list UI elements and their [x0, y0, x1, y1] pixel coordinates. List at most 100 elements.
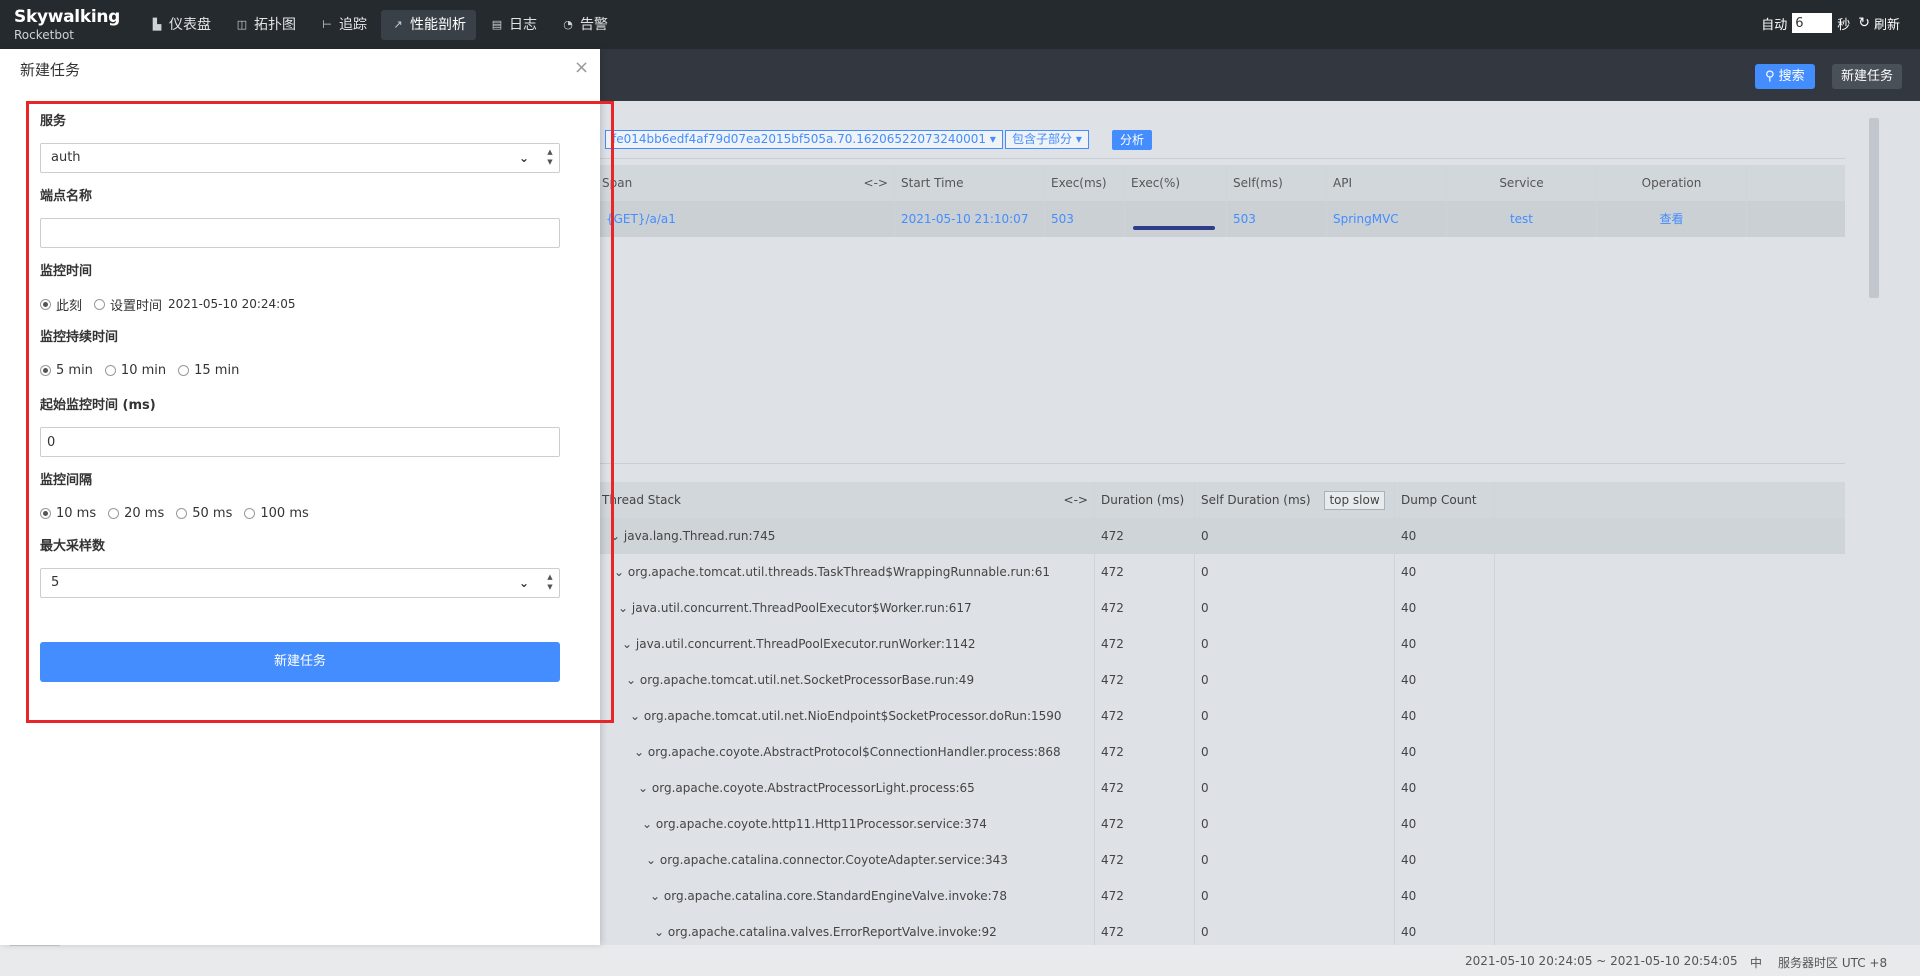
span-operation-view-link[interactable]: 查看 [1597, 201, 1747, 237]
main-nav: ▙ 仪表盘 ◫ 拓扑图 ⊢ 追踪 ↗ 性能剖析 ▤ 日志 ◔ 告警 [140, 10, 622, 40]
thread-self-duration: 0 [1195, 554, 1395, 590]
chevron-down-icon[interactable]: ⌄ [634, 745, 644, 759]
span-api: SpringMVC [1327, 201, 1447, 237]
logo[interactable]: Skywalking Rocketbot [14, 7, 121, 42]
thread-stack-row[interactable]: ⌄ org.apache.tomcat.util.threads.TaskThr… [600, 554, 1845, 590]
nav-item-label: 仪表盘 [169, 17, 211, 33]
column-header-start-time: Start Time [895, 165, 1045, 201]
chevron-down-icon[interactable]: ⌄ [642, 817, 652, 831]
span-table: Span <-> Start Time Exec(ms) Exec(%) Sel… [600, 165, 1845, 237]
thread-stack-cell: ⌄ java.util.concurrent.ThreadPoolExecuto… [600, 626, 1095, 662]
column-header-self-ms: Self(ms) [1227, 165, 1327, 201]
scrollbar-thumb[interactable] [1869, 118, 1879, 298]
thread-stack-row[interactable]: ⌄ org.apache.coyote.http11.Http11Process… [600, 806, 1845, 842]
footer-time-range[interactable]: 2021-05-10 20:24:05 ~ 2021-05-10 20:54:0… [1465, 954, 1738, 968]
trace-id-value: fe014bb6edf4af79d07ea2015bf505a.70.16206… [612, 132, 987, 146]
alarm-icon: ◔ [563, 18, 573, 31]
chevron-down-icon[interactable]: ⌄ [650, 889, 660, 903]
nav-item-trace[interactable]: ⊢ 追踪 [310, 10, 377, 40]
thread-dump-count: 40 [1395, 806, 1495, 842]
column-header-thread-stack: Thread Stack <-> [600, 482, 1095, 518]
thread-stack-row[interactable]: ⌄ org.apache.coyote.AbstractProtocol$Con… [600, 734, 1845, 770]
chevron-down-icon: ▾ [989, 132, 996, 146]
column-header-duration: Duration (ms) [1095, 482, 1195, 518]
auto-refresh-label: 自动 [1761, 17, 1788, 33]
resize-icon[interactable]: <-> [1064, 482, 1088, 518]
thread-stack-row[interactable]: ⌄ org.apache.catalina.connector.CoyoteAd… [600, 842, 1845, 878]
topology-icon: ◫ [236, 18, 248, 31]
thread-stack-row[interactable]: ⌄ org.apache.coyote.AbstractProcessorLig… [600, 770, 1845, 806]
thread-stack-row[interactable]: ⌄ java.util.concurrent.ThreadPoolExecuto… [600, 590, 1845, 626]
thread-self-duration: 0 [1195, 698, 1395, 734]
nav-item-dashboard[interactable]: ▙ 仪表盘 [140, 10, 221, 40]
annotation-highlight-box [26, 101, 614, 723]
nav-item-topology[interactable]: ◫ 拓扑图 [225, 10, 306, 40]
thread-self-duration: 0 [1195, 590, 1395, 626]
logo-brand: Skywalking [14, 7, 121, 27]
thread-stack-frame: org.apache.tomcat.util.threads.TaskThrea… [627, 565, 1050, 579]
chevron-down-icon[interactable]: ⌄ [622, 637, 632, 651]
profile-icon: ↗ [393, 18, 403, 31]
thread-duration: 472 [1095, 878, 1195, 914]
dashboard-icon: ▙ [152, 18, 162, 31]
footer: 2021-05-10 20:24:05 ~ 2021-05-10 20:54:0… [0, 945, 1920, 976]
thread-stack-row[interactable]: ⌄ java.lang.Thread.run:745 472 0 40 [600, 518, 1845, 554]
trace-icon: ⊢ [322, 18, 332, 31]
thread-stack-row[interactable]: ⌄ org.apache.tomcat.util.net.NioEndpoint… [600, 698, 1845, 734]
analyze-button[interactable]: 分析 [1112, 130, 1153, 150]
top-slow-button[interactable]: top slow [1324, 491, 1385, 510]
thread-self-duration: 0 [1195, 770, 1395, 806]
server-timezone[interactable]: 服务器时区 UTC +8 [1778, 954, 1887, 971]
thread-stack-table: Thread Stack <-> Duration (ms) Self Dura… [600, 482, 1845, 950]
span-row[interactable]: {GET}/a/a1 2021-05-10 21:10:07 503 503 S… [600, 201, 1845, 237]
logo-subtitle: Rocketbot [14, 28, 75, 42]
thread-rows: ⌄ java.lang.Thread.run:745 472 0 40 ⌄ org.ap… [600, 518, 1845, 950]
chevron-down-icon[interactable]: ⌄ [618, 601, 628, 615]
thread-self-duration: 0 [1195, 518, 1395, 554]
thread-dump-count: 40 [1395, 662, 1495, 698]
nav-item-log[interactable]: ▤ 日志 [480, 10, 547, 40]
thread-dump-count: 40 [1395, 842, 1495, 878]
thread-self-duration: 0 [1195, 626, 1395, 662]
trace-id-select[interactable]: fe014bb6edf4af79d07ea2015bf505a.70.16206… [605, 130, 1003, 149]
thread-dump-count: 40 [1395, 590, 1495, 626]
thread-stack-row[interactable]: ⌄ org.apache.catalina.core.StandardEngin… [600, 878, 1845, 914]
column-header-api: API [1327, 165, 1447, 201]
thread-stack-cell: ⌄ org.apache.catalina.connector.CoyoteAd… [600, 842, 1095, 878]
new-task-panel: 新建任务 × 服务 auth ⌄ ▲ ▼ 端点名称 监控时间 此刻 设置时间 20… [0, 49, 614, 945]
nav-item-label: 性能剖析 [410, 17, 466, 33]
nav-item-alarm[interactable]: ◔ 告警 [551, 10, 618, 40]
thread-duration: 472 [1095, 734, 1195, 770]
panel-title: 新建任务 [20, 61, 81, 79]
nav-item-profile[interactable]: ↗ 性能剖析 [381, 10, 476, 40]
chevron-down-icon[interactable]: ⌄ [654, 925, 664, 939]
thread-table-header: Thread Stack <-> Duration (ms) Self Dura… [600, 482, 1845, 518]
scope-select[interactable]: 包含子部分 ▾ [1005, 130, 1089, 149]
chevron-down-icon[interactable]: ⌄ [626, 673, 636, 687]
thread-stack-row[interactable]: ⌄ org.apache.tomcat.util.net.SocketProce… [600, 662, 1845, 698]
auto-refresh-interval-input[interactable] [1792, 13, 1833, 33]
thread-stack-cell: ⌄ java.lang.Thread.run:745 [600, 518, 1095, 554]
search-button[interactable]: ⚲ 搜索 [1755, 64, 1815, 89]
language-toggle[interactable]: 中 [1750, 954, 1762, 971]
chevron-down-icon[interactable]: ⌄ [646, 853, 656, 867]
nav-item-label: 拓扑图 [254, 17, 296, 33]
thread-stack-row[interactable]: ⌄ java.util.concurrent.ThreadPoolExecuto… [600, 626, 1845, 662]
thread-self-duration: 0 [1195, 878, 1395, 914]
nav-item-label: 告警 [580, 17, 608, 33]
close-icon[interactable]: × [574, 59, 589, 77]
resize-icon[interactable]: <-> [864, 165, 888, 201]
thread-dump-count: 40 [1395, 770, 1495, 806]
top-navbar: Skywalking Rocketbot ▙ 仪表盘 ◫ 拓扑图 ⊢ 追踪 ↗ … [0, 0, 1920, 49]
chevron-down-icon[interactable]: ⌄ [638, 781, 648, 795]
thread-stack-frame: org.apache.tomcat.util.net.SocketProcess… [639, 673, 975, 687]
thread-duration: 472 [1095, 842, 1195, 878]
chevron-down-icon[interactable]: ⌄ [614, 565, 624, 579]
thread-self-duration: 0 [1195, 806, 1395, 842]
nav-item-label: 日志 [509, 17, 537, 33]
refresh-button[interactable]: ↻ 刷新 [1858, 14, 1900, 33]
new-task-button[interactable]: 新建任务 [1832, 64, 1903, 89]
span-table-header: Span <-> Start Time Exec(ms) Exec(%) Sel… [600, 165, 1845, 201]
chevron-down-icon[interactable]: ⌄ [630, 709, 640, 723]
thread-stack-frame: org.apache.coyote.AbstractProcessorLight… [651, 781, 975, 795]
